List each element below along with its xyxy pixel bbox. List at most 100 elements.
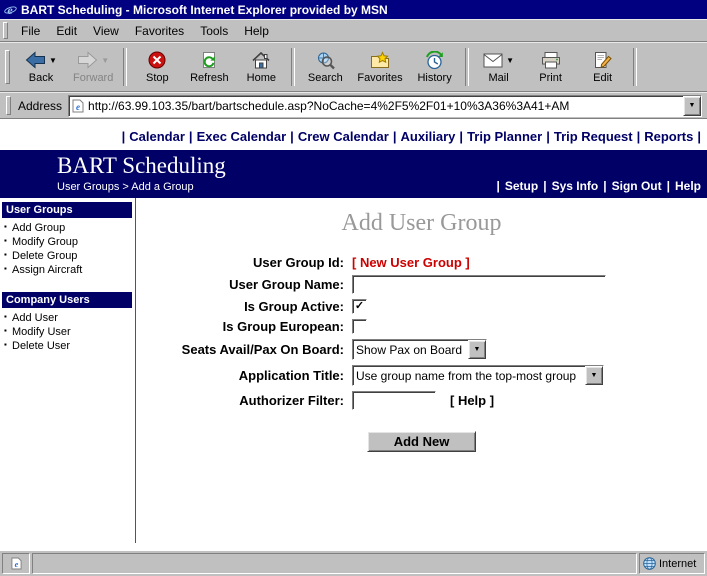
back-button[interactable]: ▼ Back: [15, 48, 67, 86]
link-sys-info[interactable]: Sys Info: [552, 179, 599, 193]
page-body: User Groups Add Group Modify Group Delet…: [0, 198, 707, 550]
mail-label: Mail: [488, 72, 509, 84]
sidebar-item-add-user[interactable]: Add User: [0, 311, 135, 325]
svg-text:e: e: [7, 3, 13, 16]
favorites-label: Favorites: [357, 72, 403, 84]
nav-separator: |: [636, 129, 641, 144]
main-content: Add User Group User Group Id: [ New User…: [136, 198, 707, 550]
back-label: Back: [28, 72, 54, 84]
mail-dropdown-icon[interactable]: ▼: [506, 56, 514, 65]
refresh-label: Refresh: [190, 72, 229, 84]
address-label: Address: [18, 98, 63, 113]
sidebar-item-modify-group[interactable]: Modify Group: [0, 235, 135, 249]
application-title-select[interactable]: Use group name from the top-most group ▼: [352, 365, 604, 386]
nav-crew-calendar[interactable]: Crew Calendar: [298, 129, 389, 144]
search-button[interactable]: Search: [299, 48, 351, 86]
forward-button[interactable]: ▼ Forward: [67, 48, 119, 86]
chevron-down-icon: ▼: [473, 346, 481, 353]
stop-label: Stop: [146, 72, 169, 84]
window-title: BART Scheduling - Microsoft Internet Exp…: [21, 2, 388, 17]
menu-edit[interactable]: Edit: [48, 22, 85, 40]
menu-view[interactable]: View: [85, 22, 127, 40]
select-dropdown-button[interactable]: ▼: [585, 366, 603, 385]
authorizer-filter-label: Authorizer Filter:: [239, 393, 344, 408]
nav-auxiliary[interactable]: Auxiliary: [401, 129, 456, 144]
stop-icon: [148, 51, 166, 69]
app-title: BART Scheduling: [57, 153, 226, 178]
stop-button[interactable]: Stop: [131, 48, 183, 86]
menu-tools[interactable]: Tools: [192, 22, 236, 40]
is-group-active-checkbox[interactable]: ✓: [352, 299, 367, 314]
back-dropdown-icon[interactable]: ▼: [49, 56, 57, 65]
form-actions: Add New: [136, 431, 707, 452]
user-group-name-input[interactable]: [352, 275, 606, 294]
toolbar-separator: [632, 48, 637, 86]
toolbar: ▼ Back ▼ Forward Stop Refresh Home Searc…: [0, 42, 707, 92]
nav-trip-request[interactable]: Trip Request: [554, 129, 633, 144]
page-title: Add User Group: [341, 210, 502, 236]
banner-separator: |: [543, 179, 547, 193]
toolbar-separator: [123, 48, 128, 86]
home-button[interactable]: Home: [235, 48, 287, 86]
sidebar-section-company-users: Company Users Add User Modify User Delet…: [0, 292, 135, 353]
chevron-down-icon: ▼: [688, 102, 696, 109]
forward-label: Forward: [73, 72, 114, 84]
menu-help[interactable]: Help: [236, 22, 277, 40]
nav-separator: |: [290, 129, 294, 144]
menu-bar: File Edit View Favorites Tools Help: [0, 19, 707, 42]
nav-calendar[interactable]: Calendar: [129, 129, 185, 144]
checkmark-icon: ✓: [354, 300, 365, 312]
sidebar-item-modify-user[interactable]: Modify User: [0, 325, 135, 339]
menu-favorites[interactable]: Favorites: [127, 22, 192, 40]
page-icon: e: [10, 557, 22, 570]
banner-separator: |: [666, 179, 670, 193]
history-label: History: [417, 72, 452, 84]
nav-separator: |: [697, 129, 701, 144]
sidebar-item-add-group[interactable]: Add Group: [0, 221, 135, 235]
menu-file[interactable]: File: [13, 22, 48, 40]
search-icon: [316, 51, 335, 70]
app-banner: BART Scheduling User Groups > Add a Grou…: [0, 150, 707, 198]
print-button[interactable]: Print: [525, 48, 577, 86]
refresh-button[interactable]: Refresh: [183, 48, 235, 86]
link-setup[interactable]: Setup: [505, 179, 538, 193]
nav-trip-planner[interactable]: Trip Planner: [467, 129, 542, 144]
addressbar-grip-handle[interactable]: [6, 95, 11, 116]
sidebar-item-delete-user[interactable]: Delete User: [0, 339, 135, 353]
is-group-european-checkbox[interactable]: [352, 319, 367, 334]
sidebar: User Groups Add Group Modify Group Delet…: [0, 198, 136, 543]
history-button[interactable]: History: [409, 48, 461, 86]
nav-reports[interactable]: Reports: [644, 129, 693, 144]
menubar-grip-handle[interactable]: [3, 22, 8, 39]
forward-dropdown-icon[interactable]: ▼: [101, 56, 109, 65]
seats-avail-select[interactable]: Show Pax on Board ▼: [352, 339, 487, 360]
banner-links: | Setup | Sys Info | Sign Out | Help: [492, 179, 701, 193]
edit-pencil-icon: [593, 51, 612, 69]
sidebar-item-assign-aircraft[interactable]: Assign Aircraft: [0, 263, 135, 277]
title-bar: e BART Scheduling - Microsoft Internet E…: [0, 0, 707, 19]
toolbar-grip-handle[interactable]: [5, 49, 10, 85]
page-viewport: | Calendar | Exec Calendar | Crew Calendar | Au…: [0, 119, 707, 550]
nav-separator: |: [392, 129, 397, 144]
select-dropdown-button[interactable]: ▼: [468, 340, 486, 359]
authorizer-filter-input[interactable]: [352, 391, 436, 410]
print-icon: [541, 51, 561, 69]
chevron-down-icon: ▼: [590, 372, 598, 379]
page-icon: e: [72, 99, 84, 113]
address-dropdown-button[interactable]: ▼: [683, 95, 701, 116]
sidebar-item-delete-group[interactable]: Delete Group: [0, 249, 135, 263]
address-input[interactable]: e http://63.99.103.35/bart/bartschedule.…: [68, 94, 702, 117]
edit-button[interactable]: Edit: [577, 48, 629, 86]
add-new-button[interactable]: Add New: [366, 431, 477, 452]
authorizer-help-link[interactable]: [ Help ]: [450, 393, 494, 408]
top-nav: | Calendar | Exec Calendar | Crew Calendar | Au…: [0, 119, 707, 150]
link-sign-out[interactable]: Sign Out: [612, 179, 662, 193]
back-arrow-icon: [25, 51, 46, 69]
mail-button[interactable]: ▼ Mail: [473, 48, 525, 86]
application-title-label: Application Title:: [238, 368, 344, 383]
svg-text:e: e: [76, 102, 80, 112]
nav-exec-calendar[interactable]: Exec Calendar: [197, 129, 287, 144]
favorites-button[interactable]: Favorites: [351, 48, 408, 86]
link-help[interactable]: Help: [675, 179, 701, 193]
nav-separator: |: [121, 129, 126, 144]
